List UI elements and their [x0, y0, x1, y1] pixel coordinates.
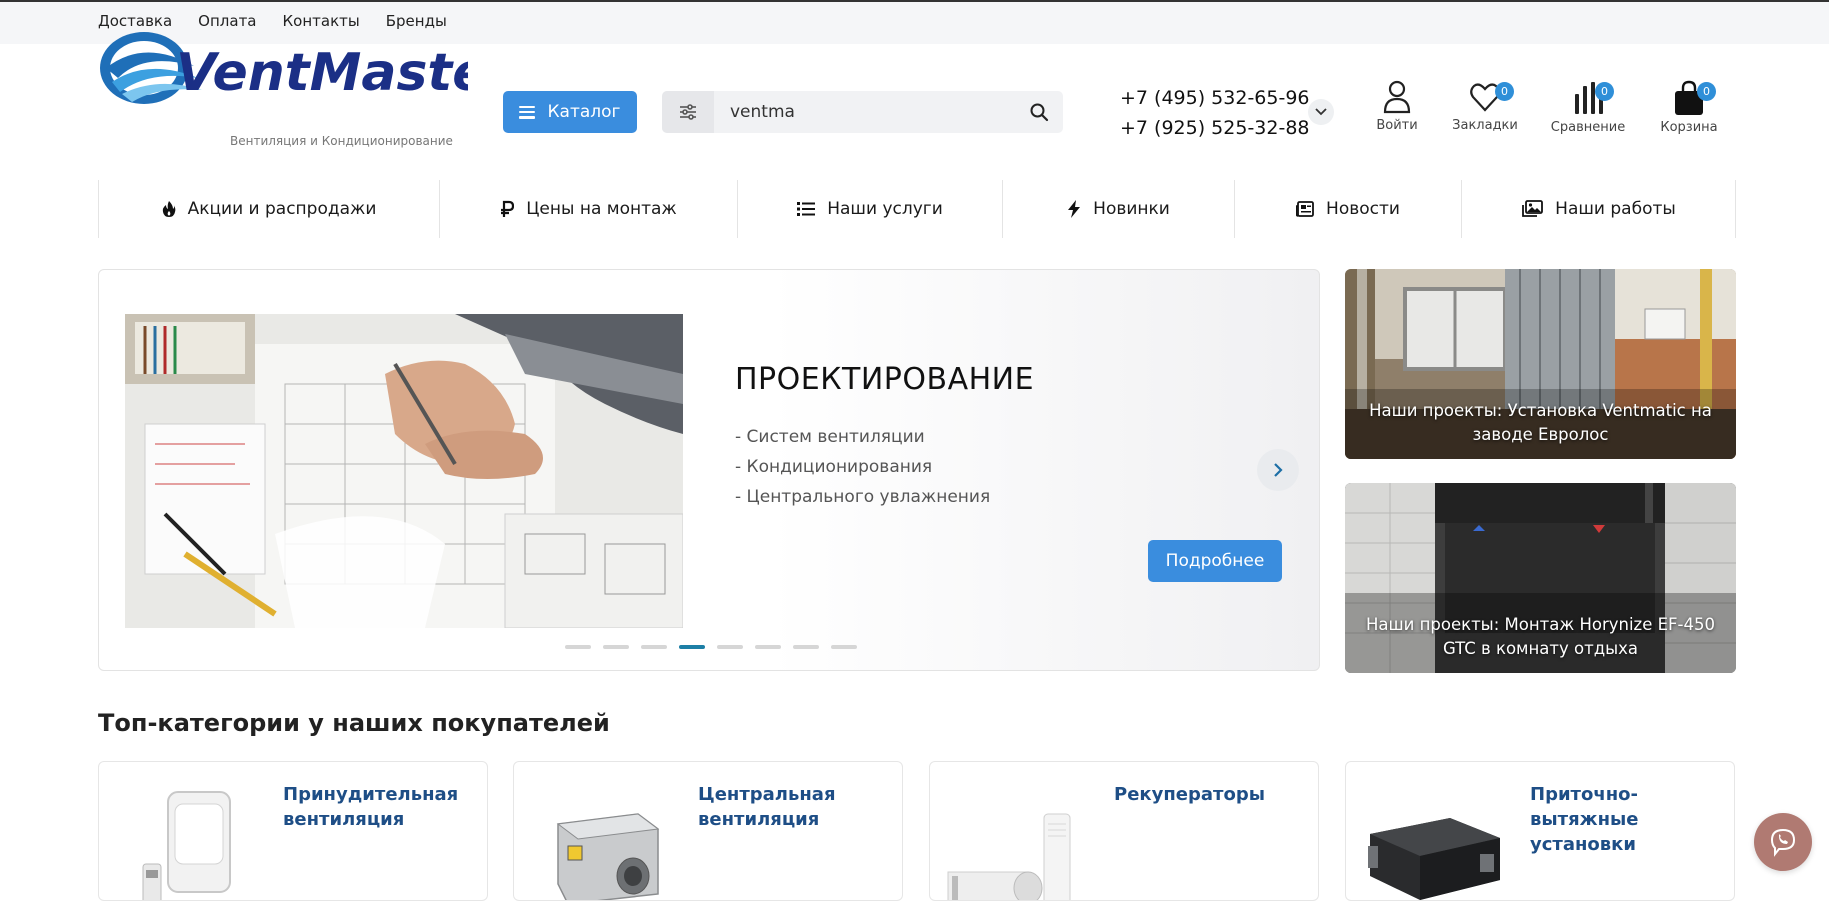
nav-item-news[interactable]: Новости	[1235, 180, 1462, 238]
logo-text: VentMaster+	[176, 43, 468, 103]
slide-more-button[interactable]: Подробнее	[1148, 540, 1282, 582]
category-image-ahu	[1368, 818, 1500, 900]
category-card-forced-ventilation[interactable]: Принудительная вентиляция	[98, 761, 488, 901]
bolt-icon	[1068, 200, 1081, 218]
bookmarks-label: Закладки	[1452, 118, 1518, 133]
chevron-down-icon	[1315, 108, 1327, 116]
main-navigation: Акции и распродажи Цены на монтаж Наши у…	[98, 180, 1736, 238]
fire-icon	[162, 201, 175, 217]
login-label: Войти	[1376, 118, 1418, 133]
slider-pagination	[565, 645, 857, 649]
slide-image-design-drawings	[125, 314, 683, 628]
compare-button[interactable]: Сравнение 0	[1548, 80, 1628, 135]
category-name: Приточно-вытяжные установки	[1530, 784, 1639, 855]
category-image-recuperator	[947, 813, 1071, 900]
search-input[interactable]	[730, 91, 1010, 133]
category-image-duct-unit	[556, 813, 660, 900]
nav-item-our-works[interactable]: Наши работы	[1462, 180, 1736, 238]
category-name: Принудительная вентиляция	[283, 784, 459, 830]
nav-item-label: Наши услуги	[827, 199, 943, 219]
catalog-button-label: Каталог	[547, 102, 621, 122]
slide-description-list: - Систем вентиляции - Кондиционирования …	[735, 422, 990, 512]
slider-dot[interactable]	[603, 645, 629, 649]
category-name: Рекуператоры	[1114, 784, 1265, 805]
phone-dropdown-toggle[interactable]	[1308, 99, 1334, 125]
viber-chat-button[interactable]	[1754, 813, 1812, 871]
catalog-button[interactable]: Каталог	[503, 91, 637, 133]
bookmarks-button[interactable]: Закладки 0	[1445, 80, 1525, 133]
nav-item-label: Акции и распродажи	[187, 199, 377, 219]
slider-dot[interactable]	[679, 645, 705, 649]
phone-number-1[interactable]: +7 (495) 532-65-96	[1120, 83, 1310, 113]
search-bar	[662, 91, 1063, 133]
nav-item-label: Цены на монтаж	[526, 199, 677, 219]
slide-line: - Центрального увлажнения	[735, 487, 991, 507]
user-icon	[1383, 80, 1411, 114]
slider-dot[interactable]	[641, 645, 667, 649]
nav-item-services[interactable]: Наши услуги	[738, 180, 1003, 238]
login-button[interactable]: Войти	[1357, 80, 1437, 133]
heart-icon	[1470, 83, 1500, 112]
slide-title: ПРОЕКТИРОВАНИЕ	[735, 362, 1035, 397]
viber-icon	[1770, 828, 1796, 857]
promo-card-horynize[interactable]: Наши проекты: Монтаж Horynize EF-450 GTC…	[1345, 483, 1736, 673]
nav-item-label: Новинки	[1093, 199, 1170, 219]
promo-caption: Наши проекты: Монтаж Horynize EF-450 GTC…	[1366, 615, 1715, 658]
hero-slider: ПРОЕКТИРОВАНИЕ - Систем вентиляции - Кон…	[98, 269, 1320, 671]
compare-count-badge: 0	[1595, 82, 1614, 101]
promo-card-ventmatic[interactable]: Наши проекты: Установка Ventmatic на зав…	[1345, 269, 1736, 459]
slider-dot[interactable]	[565, 645, 591, 649]
category-card-central-ventilation[interactable]: Центральная вентиляция	[513, 761, 903, 901]
category-card-supply-exhaust-units[interactable]: Приточно-вытяжные установки	[1345, 761, 1735, 901]
phone-block: +7 (495) 532-65-96 +7 (925) 525-32-88	[1120, 83, 1310, 143]
site-logo[interactable]: VentMaster+	[98, 28, 557, 150]
slide-line: - Систем вентиляции	[735, 427, 925, 447]
slider-dot[interactable]	[831, 645, 857, 649]
ruble-icon	[501, 200, 515, 217]
nav-item-label: Новости	[1326, 199, 1400, 219]
promo-caption: Наши проекты: Установка Ventmatic на зав…	[1369, 401, 1712, 444]
compare-label: Сравнение	[1550, 120, 1626, 135]
logo-subtitle: Вентиляция и Кондиционирование	[230, 134, 453, 148]
chevron-right-icon	[1274, 463, 1283, 477]
slider-dot[interactable]	[793, 645, 819, 649]
category-card-recuperators[interactable]: Рекуператоры	[929, 761, 1319, 901]
cart-count-badge: 0	[1697, 82, 1716, 101]
slide-line: - Кондиционирования	[735, 457, 933, 477]
top-categories-title: Топ-категории у наших покупателей	[98, 709, 610, 737]
menu-icon	[519, 105, 536, 119]
phone-number-2[interactable]: +7 (925) 525-32-88	[1120, 113, 1310, 143]
cart-button[interactable]: Корзина 0	[1649, 80, 1729, 135]
slider-dot[interactable]	[717, 645, 743, 649]
nav-item-label: Наши работы	[1555, 199, 1676, 219]
category-image-wall-unit	[142, 791, 231, 900]
cart-label: Корзина	[1660, 120, 1718, 135]
filter-sliders-icon[interactable]	[662, 91, 714, 133]
nav-item-new[interactable]: Новинки	[1003, 180, 1235, 238]
slider-dot[interactable]	[755, 645, 781, 649]
list-icon	[797, 202, 816, 216]
slider-next-button[interactable]	[1257, 449, 1299, 491]
category-name: Центральная вентиляция	[698, 784, 836, 830]
nav-item-install-prices[interactable]: Цены на монтаж	[440, 180, 738, 238]
images-icon	[1522, 200, 1544, 217]
search-icon[interactable]	[1029, 102, 1049, 122]
nav-item-sales[interactable]: Акции и распродажи	[99, 180, 440, 238]
bookmarks-count-badge: 0	[1495, 82, 1514, 101]
newspaper-icon	[1296, 201, 1314, 217]
